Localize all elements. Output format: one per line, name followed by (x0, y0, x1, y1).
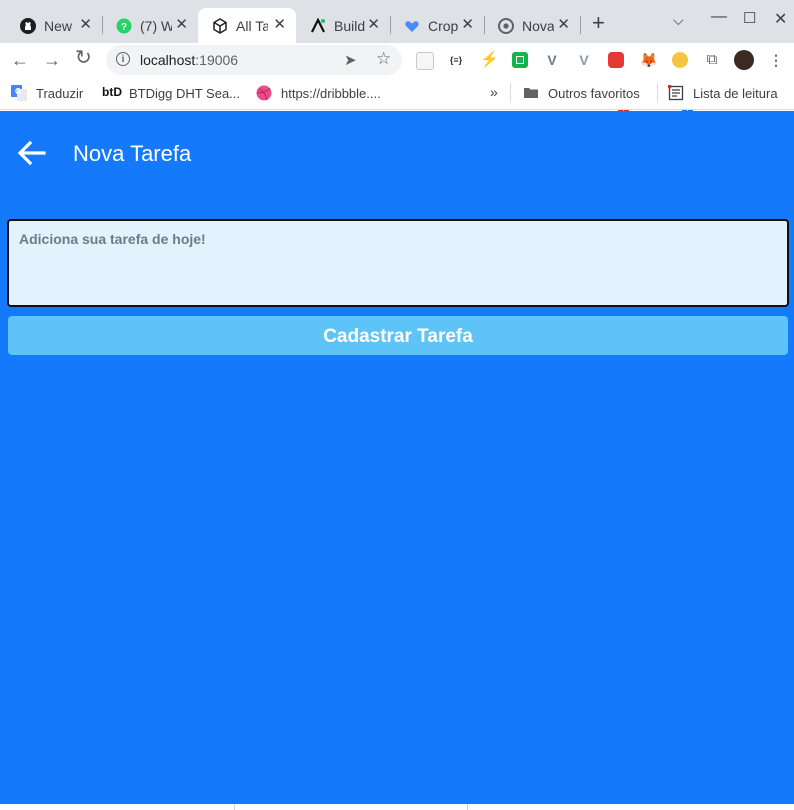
divider (234, 804, 235, 810)
reading-list-icon (667, 84, 684, 101)
google-translate-icon: G (11, 85, 27, 101)
minimize-icon[interactable]: — (711, 8, 727, 26)
bookmarks-bar: G Traduzir btD BTDigg DHT Sea... https:/… (0, 77, 794, 110)
heart-icon (404, 18, 420, 34)
bookmark-divider (657, 83, 658, 103)
folder-icon (523, 85, 539, 101)
lightning-icon[interactable]: ⚡ (480, 52, 499, 68)
forward-arrow-icon[interactable]: → (43, 51, 61, 69)
app-screen: Nova Tarefa Cadastrar Tarefa (0, 111, 794, 804)
address-bar[interactable]: i localhost:19006 ➤ ☆ (106, 45, 402, 75)
close-icon[interactable]: ✕ (175, 16, 188, 34)
tab-crop[interactable]: Crop ✕ (390, 8, 484, 43)
tab-title: New (44, 17, 73, 34)
close-icon[interactable]: ✕ (79, 16, 92, 34)
send-tab-icon[interactable]: ➤ (344, 51, 357, 69)
address-url: localhost:19006 (140, 52, 239, 68)
browser-toolbar: ← → ↻ i localhost:19006 ➤ ☆ {≡} ⚡ V V 1 … (0, 43, 794, 116)
close-icon[interactable]: ✕ (461, 16, 474, 34)
metamask-icon[interactable]: 🦊 (640, 52, 657, 68)
tab-separator (580, 16, 581, 34)
close-icon[interactable]: ✕ (367, 16, 380, 34)
divider (467, 804, 468, 810)
bookmark-label: Traduzir (36, 85, 84, 101)
github-icon (20, 17, 36, 34)
back-arrow-icon[interactable]: ← (11, 51, 29, 69)
bottom-strip (0, 804, 794, 810)
browser-tab-strip: New ✕ ? (7) W ✕ All Ta ✕ Build ✕ Crop ✕ (0, 0, 794, 43)
json-formatter-icon[interactable]: {≡} (448, 52, 464, 68)
tab-build[interactable]: Build ✕ (296, 8, 390, 43)
reload-icon[interactable]: ↻ (75, 48, 92, 68)
maximize-icon[interactable]: ☐ (743, 9, 756, 27)
tab-search-icon[interactable]: ⌵ (673, 12, 684, 29)
tab-whatsapp[interactable]: ? (7) W ✕ (102, 8, 198, 43)
bookmark-dribbble[interactable]: https://dribbble.... (256, 85, 381, 101)
bookmark-label: Outros favoritos (548, 85, 640, 101)
tab-title: Nova (522, 17, 554, 34)
close-icon[interactable]: ✕ (273, 16, 286, 34)
tab-title: (7) W (140, 17, 172, 34)
back-arrow-icon[interactable] (16, 139, 48, 167)
tab-github[interactable]: New ✕ (6, 8, 102, 43)
chrome-icon (498, 17, 514, 34)
svg-text:?: ? (121, 22, 127, 33)
puzzle-icon[interactable]: ⧉ (704, 52, 720, 68)
task-input[interactable] (7, 219, 789, 307)
avatar[interactable] (734, 50, 754, 70)
frame-capture-icon[interactable] (512, 52, 528, 68)
nextjs-icon (310, 17, 326, 34)
btdigg-icon: btD (102, 85, 122, 99)
tab-title: Build (334, 17, 366, 34)
submit-task-button[interactable]: Cadastrar Tarefa (8, 316, 788, 355)
cookie-icon[interactable] (672, 52, 688, 68)
bookmarks-overflow-icon[interactable]: » (490, 84, 498, 100)
extension-screenshot-icon[interactable] (416, 52, 434, 70)
tab-all-tasks[interactable]: All Ta ✕ (198, 8, 296, 43)
bookmark-label: Lista de leitura (693, 85, 778, 101)
tab-title: Crop (428, 17, 459, 34)
lastpass-icon[interactable] (608, 52, 624, 68)
reading-list[interactable]: Lista de leitura (667, 84, 778, 101)
window-close-icon[interactable]: ✕ (774, 9, 787, 29)
bookmark-label: BTDigg DHT Sea... (129, 85, 241, 101)
more-vert-icon[interactable]: ⋮ (768, 52, 784, 68)
tab-nova[interactable]: Nova ✕ (484, 8, 580, 43)
dribbble-icon (256, 85, 272, 101)
new-tab-button[interactable]: + (592, 12, 605, 34)
bookmark-divider (510, 83, 511, 103)
info-icon[interactable]: i (116, 52, 130, 66)
whatsapp-icon: ? (116, 18, 132, 34)
bookmark-star-icon[interactable]: ☆ (376, 49, 391, 69)
bookmark-other-favorites[interactable]: Outros favoritos (523, 85, 640, 101)
tab-title: All Ta (236, 17, 268, 34)
codesandbox-icon (212, 17, 228, 34)
bookmark-traduzir[interactable]: G Traduzir (11, 85, 83, 101)
vue-devtools-icon[interactable]: V (544, 52, 560, 68)
bookmark-label: https://dribbble.... (281, 85, 381, 101)
close-icon[interactable]: ✕ (557, 16, 570, 34)
bookmark-btdigg[interactable]: btD BTDigg DHT Sea... (102, 85, 240, 101)
page-title: Nova Tarefa (73, 141, 192, 166)
vuetify-icon[interactable]: V (576, 52, 592, 68)
svg-text:G: G (15, 87, 21, 96)
